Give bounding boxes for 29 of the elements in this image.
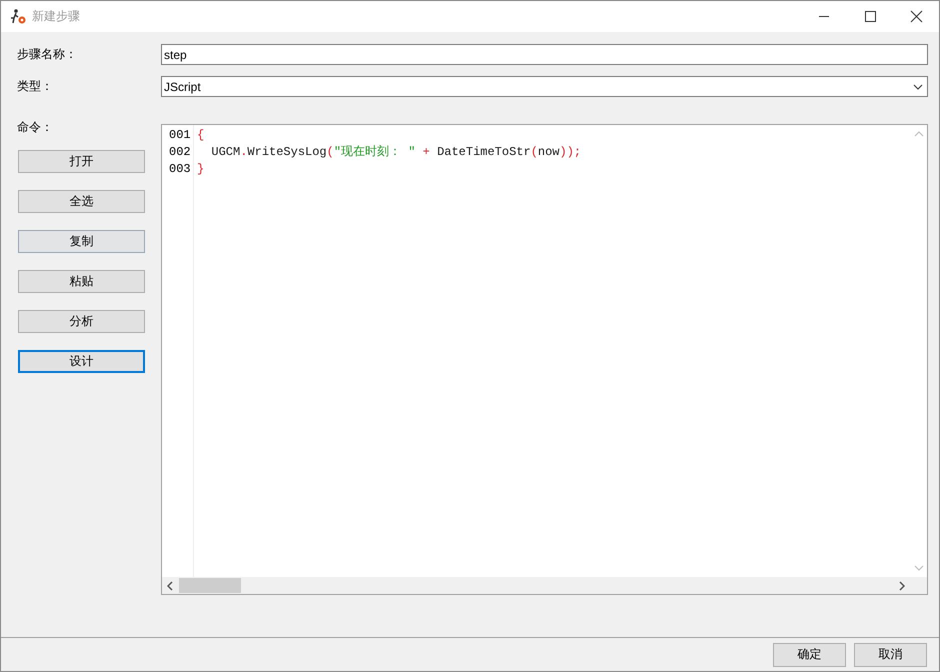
action-button[interactable]: 打开	[18, 150, 145, 173]
dialog-button[interactable]: 取消	[854, 642, 927, 666]
code-line: {	[197, 127, 206, 144]
dialog-button[interactable]: 确定	[773, 642, 846, 666]
code-line: UGCM.WriteSysLog("现在时刻： " + DateTimeToStr(now));	[210, 144, 582, 161]
scroll-thumb[interactable]	[179, 578, 241, 593]
action-button[interactable]: 分析	[18, 310, 145, 333]
action-button[interactable]: 复制	[18, 230, 145, 253]
command-label: 命令：	[17, 119, 54, 136]
chevron-down-icon	[913, 84, 923, 90]
horizontal-scrollbar[interactable]	[162, 577, 927, 594]
action-button[interactable]: 设计	[18, 350, 145, 373]
runner-gear-icon	[9, 8, 27, 26]
line-number: 003	[168, 161, 192, 178]
line-number: 002	[168, 144, 192, 161]
scroll-up-icon[interactable]	[914, 131, 924, 137]
scroll-left-icon[interactable]	[167, 580, 173, 590]
scroll-right-icon[interactable]	[899, 580, 905, 590]
window-title: 新建步骤	[32, 8, 80, 25]
code-editor[interactable]: 001 002 003 { UGCM.WriteSysLog("现在时刻： " + DateTimeToStr(now)); }	[161, 124, 928, 595]
field-label: 步骤名称：	[17, 46, 78, 63]
line-number: 001	[168, 127, 192, 144]
scroll-down-icon[interactable]	[914, 565, 924, 571]
action-button[interactable]: 粘贴	[18, 270, 145, 293]
name-field[interactable]: step	[161, 44, 928, 65]
field-label: 类型：	[17, 78, 54, 95]
type-dropdown[interactable]: JScript	[161, 76, 928, 97]
action-button[interactable]: 全选	[18, 190, 145, 213]
code-line: }	[197, 161, 206, 178]
